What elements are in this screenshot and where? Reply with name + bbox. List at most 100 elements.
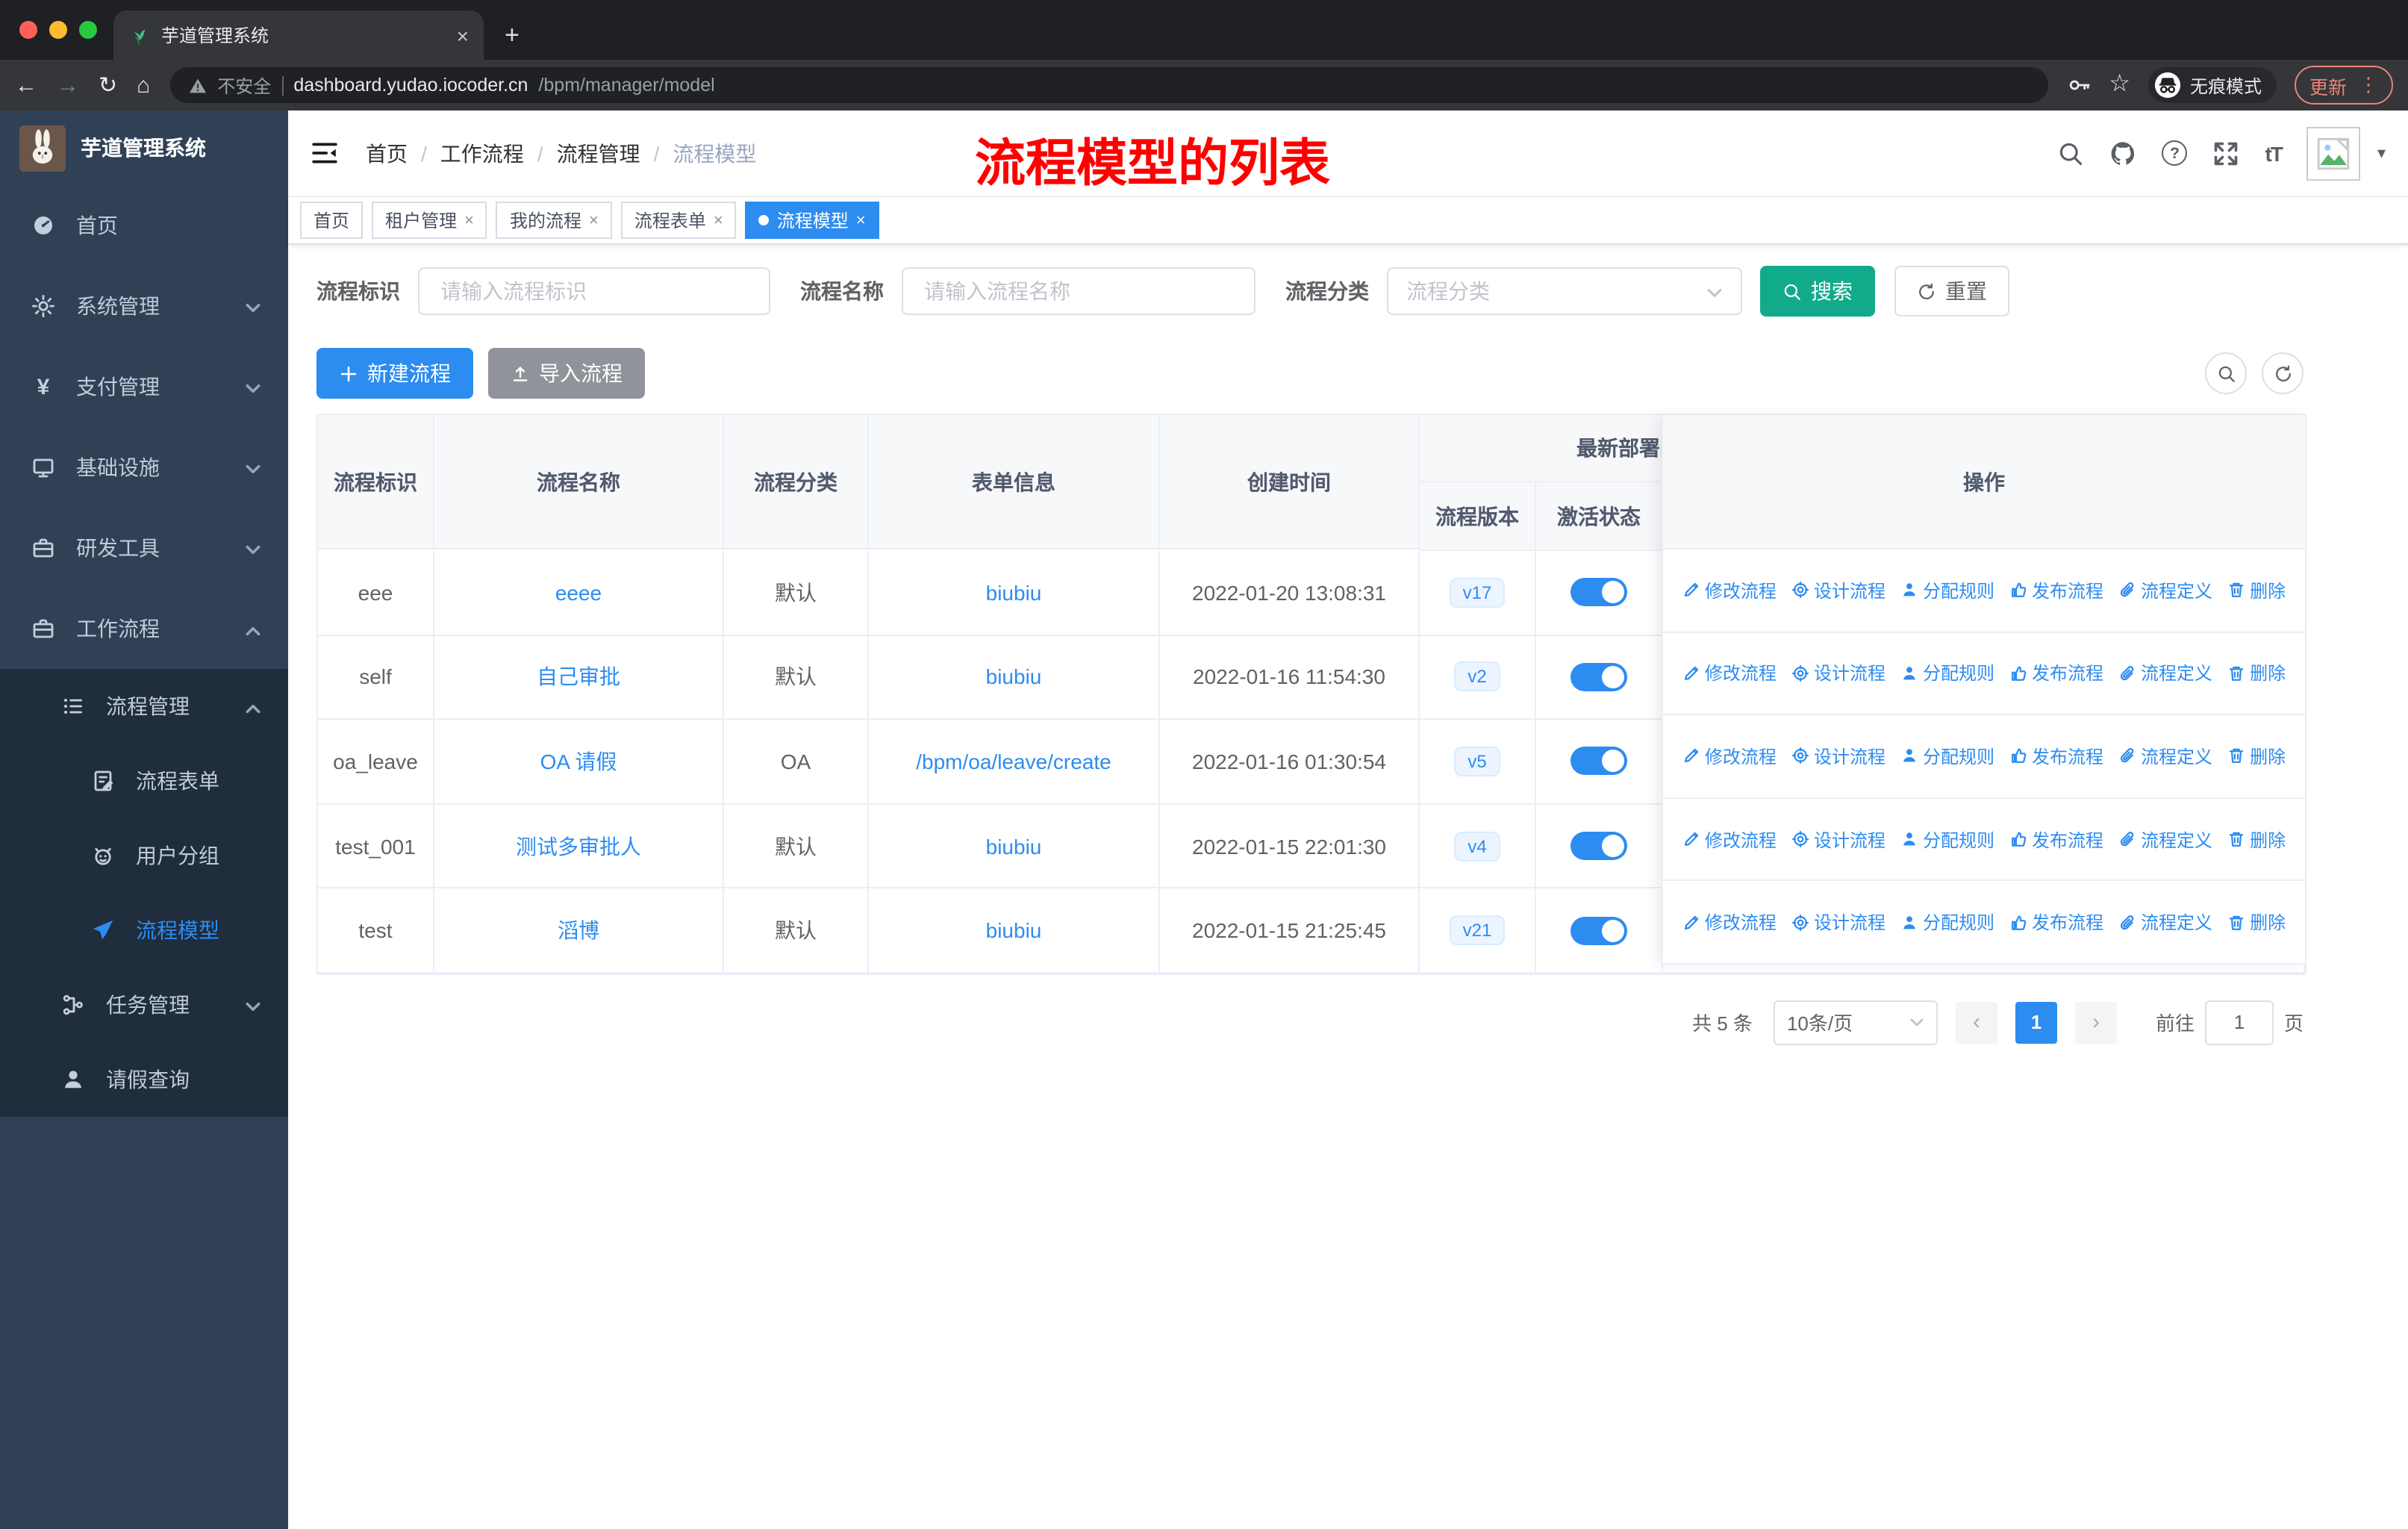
prev-page-button[interactable]: ‹ [1955,1001,1997,1044]
reset-button[interactable]: 重置 [1894,266,2009,317]
search-button[interactable]: 搜索 [1760,266,1875,317]
show-search-button[interactable] [2205,352,2247,394]
caret-down-icon[interactable]: ▾ [2377,143,2386,163]
current-page-button[interactable]: 1 [2015,1001,2057,1044]
close-icon[interactable]: × [589,211,599,229]
sidebar-item-task-mgmt[interactable]: 任务管理 [0,968,288,1042]
assign-rule-link[interactable]: 分配规则 [1900,909,1994,935]
tag-my-process[interactable]: 我的流程 × [496,202,612,239]
close-window-button[interactable] [19,21,37,39]
key-icon[interactable] [2067,73,2091,97]
edit-process-link[interactable]: 修改流程 [1682,661,1777,686]
publish-process-link[interactable]: 发布流程 [2009,744,2103,769]
tag-process-form[interactable]: 流程表单 × [620,202,737,239]
forward-button[interactable]: → [57,74,79,96]
browser-tab[interactable]: 芋道管理系统 × [113,10,484,60]
edit-process-link[interactable]: 修改流程 [1682,909,1777,935]
form-info-link[interactable]: biubiu [986,665,1042,689]
search-icon[interactable] [2058,140,2085,166]
tab-close-icon[interactable]: × [457,23,469,47]
sidebar-item-home[interactable]: 首页 [0,185,288,266]
window-controls[interactable] [19,21,97,39]
tag-process-model[interactable]: 流程模型 × [745,202,879,239]
process-name-link[interactable]: eeee [555,581,602,605]
process-definition-link[interactable]: 流程定义 [2118,661,2212,686]
delete-link[interactable]: 删除 [2227,661,2286,686]
page-size-select[interactable]: 10条/页 [1773,1000,1938,1045]
fullscreen-icon[interactable] [2213,140,2240,166]
tag-tenant[interactable]: 租户管理 × [372,202,487,239]
edit-process-link[interactable]: 修改流程 [1682,578,1777,603]
avatar[interactable] [2306,126,2361,180]
sidebar-item-process-mgmt[interactable]: 流程管理 [0,669,288,744]
edit-process-link[interactable]: 修改流程 [1682,826,1777,852]
design-process-link[interactable]: 设计流程 [1791,909,1885,935]
design-process-link[interactable]: 设计流程 [1791,744,1885,769]
back-button[interactable]: ← [15,74,37,96]
publish-process-link[interactable]: 发布流程 [2009,661,2103,686]
sidebar-item-payment[interactable]: ¥ 支付管理 [0,346,288,427]
minimize-window-button[interactable] [49,21,67,39]
delete-link[interactable]: 删除 [2227,826,2286,852]
assign-rule-link[interactable]: 分配规则 [1900,744,1994,769]
close-icon[interactable]: × [714,211,723,229]
design-process-link[interactable]: 设计流程 [1791,661,1885,686]
close-icon[interactable]: × [856,211,866,229]
close-icon[interactable]: × [464,211,474,229]
sidebar-item-workflow[interactable]: 工作流程 [0,588,288,669]
process-definition-link[interactable]: 流程定义 [2118,909,2212,935]
next-page-button[interactable]: › [2074,1001,2117,1044]
import-process-button[interactable]: 导入流程 [488,348,645,399]
active-toggle[interactable] [1570,832,1627,861]
form-info-link[interactable]: /bpm/oa/leave/create [916,750,1111,773]
process-name-field[interactable] [902,267,1256,315]
breadcrumb-process-mgmt[interactable]: 流程管理 [557,138,640,168]
sidebar-item-process-form[interactable]: 流程表单 [0,744,288,818]
active-toggle[interactable] [1570,578,1627,607]
github-icon[interactable] [2110,140,2137,166]
goto-page-input[interactable] [2204,1000,2274,1045]
sidebar-item-leave-query[interactable]: 请假查询 [0,1042,288,1117]
process-definition-link[interactable]: 流程定义 [2118,578,2212,603]
browser-menu-icon[interactable]: ⋮ [2359,73,2378,97]
refresh-table-button[interactable] [2262,352,2303,394]
app-logo[interactable]: 芋道管理系统 [0,110,288,185]
process-name-link[interactable]: 自己审批 [537,662,620,692]
bookmark-star-icon[interactable]: ☆ [2109,72,2130,97]
help-icon[interactable]: ? [2162,140,2188,166]
process-definition-link[interactable]: 流程定义 [2118,826,2212,852]
sidebar-item-infra[interactable]: 基础设施 [0,427,288,508]
active-toggle[interactable] [1570,747,1627,776]
home-button[interactable]: ⌂ [137,74,150,96]
process-id-field[interactable] [418,267,770,315]
active-toggle[interactable] [1570,916,1627,945]
address-bar[interactable]: 不安全 dashboard.yudao.iocoder.cn/bpm/manag… [169,67,2048,103]
design-process-link[interactable]: 设计流程 [1791,826,1885,852]
sidebar-item-devtools[interactable]: 研发工具 [0,508,288,588]
edit-process-link[interactable]: 修改流程 [1682,744,1777,769]
form-info-link[interactable]: biubiu [986,581,1042,605]
publish-process-link[interactable]: 发布流程 [2009,826,2103,852]
process-name-link[interactable]: 滔博 [558,915,599,945]
form-info-link[interactable]: biubiu [986,918,1042,942]
process-name-link[interactable]: 测试多审批人 [516,831,641,861]
create-process-button[interactable]: 新建流程 [316,348,473,399]
process-category-select[interactable]: 流程分类 [1387,267,1742,315]
assign-rule-link[interactable]: 分配规则 [1900,826,1994,852]
publish-process-link[interactable]: 发布流程 [2009,578,2103,603]
breadcrumb-home[interactable]: 首页 [366,138,408,168]
zoom-window-button[interactable] [79,21,97,39]
publish-process-link[interactable]: 发布流程 [2009,909,2103,935]
tag-home[interactable]: 首页 [300,202,364,239]
browser-update-button[interactable]: 更新 ⋮ [2294,66,2393,105]
assign-rule-link[interactable]: 分配规则 [1900,578,1994,603]
active-toggle[interactable] [1570,662,1627,691]
delete-link[interactable]: 删除 [2227,909,2286,935]
process-id-input[interactable] [437,278,751,305]
new-tab-button[interactable]: + [505,21,520,51]
process-name-link[interactable]: OA 请假 [540,747,617,776]
sidebar-item-process-model[interactable]: 流程模型 [0,893,288,968]
sidebar-item-system[interactable]: 系统管理 [0,266,288,346]
breadcrumb-workflow[interactable]: 工作流程 [440,138,524,168]
process-name-input[interactable] [921,278,1236,305]
